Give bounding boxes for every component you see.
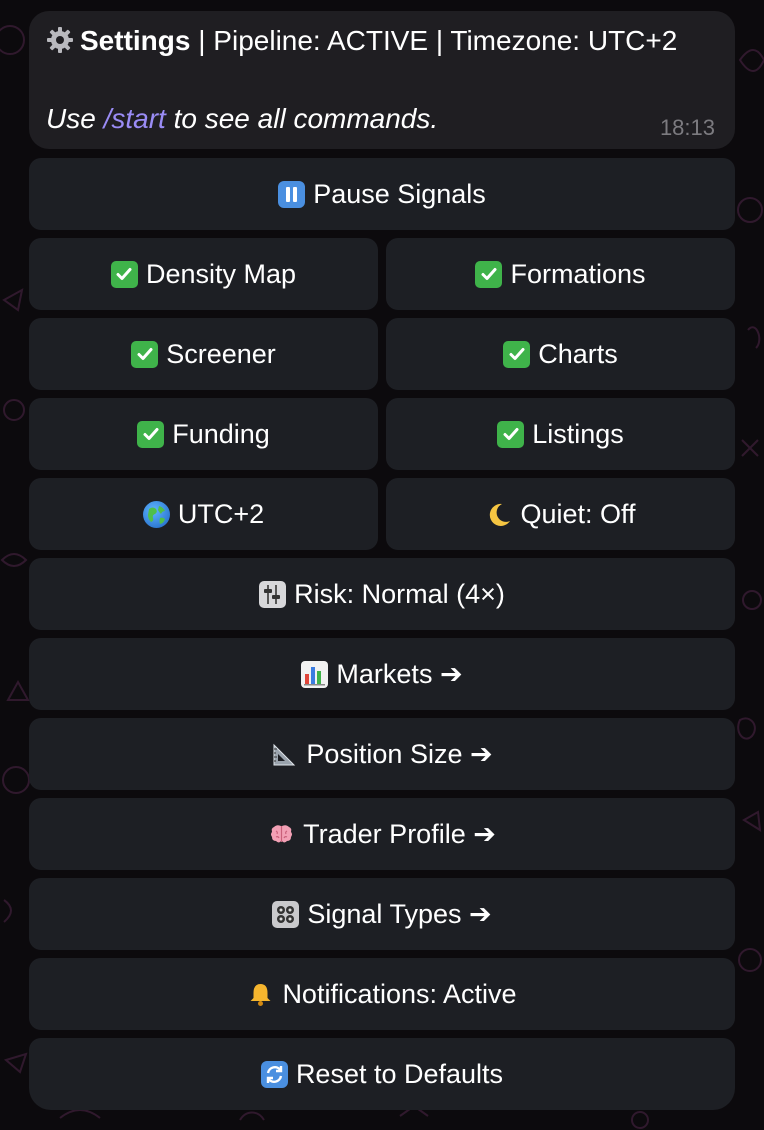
position-size-button[interactable]: Position Size ➔ (29, 718, 735, 790)
density-map-label: Density Map (145, 258, 297, 289)
title-status: | Pipeline: ACTIVE | Timezone: UTC+2 (190, 25, 678, 56)
inline-keyboard: Pause Signals Density Map Formations Scr… (29, 158, 735, 1118)
bell-icon (247, 981, 274, 1008)
message-timestamp: 18:13 (659, 115, 715, 140)
check-mark-icon (475, 260, 503, 288)
message-body: Use /start to see all commands. (46, 103, 438, 135)
risk-level-button[interactable]: Risk: Normal (4×) (29, 558, 735, 630)
formations-toggle-button[interactable]: Formations (386, 238, 735, 310)
formations-label: Formations (510, 258, 646, 289)
check-mark-icon (110, 260, 138, 288)
screener-label: Screener (166, 338, 276, 369)
control-panel-icon (272, 900, 300, 928)
markets-button[interactable]: Markets ➔ (29, 638, 735, 710)
message-title: Settings | Pipeline: ACTIVE | Timezone: … (46, 25, 677, 57)
title-settings: Settings (80, 25, 191, 56)
refresh-icon (260, 1060, 288, 1088)
control-knobs-icon (259, 580, 287, 608)
quiet-hours-label: Quiet: Off (520, 498, 636, 529)
screener-toggle-button[interactable]: Screener (29, 318, 378, 390)
markets-label: Markets ➔ (336, 658, 463, 689)
check-mark-icon (131, 340, 159, 368)
trader-profile-button[interactable]: Trader Profile ➔ (29, 798, 735, 870)
signal-types-label: Signal Types ➔ (307, 898, 492, 929)
pause-icon (278, 180, 306, 208)
timezone-button[interactable]: UTC+2 (29, 478, 378, 550)
quiet-hours-button[interactable]: Quiet: Off (386, 478, 735, 550)
notifications-label: Notifications: Active (282, 978, 517, 1009)
risk-level-label: Risk: Normal (4×) (294, 578, 505, 609)
position-size-label: Position Size ➔ (306, 738, 493, 769)
trader-profile-label: Trader Profile ➔ (303, 818, 496, 849)
triangular-ruler-icon (271, 741, 298, 768)
charts-toggle-button[interactable]: Charts (386, 318, 735, 390)
pause-signals-label: Pause Signals (313, 178, 486, 209)
gear-icon (46, 26, 74, 54)
charts-label: Charts (538, 338, 618, 369)
check-mark-icon (497, 420, 525, 448)
signal-types-button[interactable]: Signal Types ➔ (29, 878, 735, 950)
body-text-after: to see all commands. (165, 103, 439, 134)
listings-toggle-button[interactable]: Listings (386, 398, 735, 470)
brain-icon (268, 821, 295, 848)
bar-chart-icon (301, 660, 329, 688)
timezone-label: UTC+2 (177, 498, 265, 529)
pause-signals-button[interactable]: Pause Signals (29, 158, 735, 230)
check-mark-icon (503, 340, 531, 368)
notifications-button[interactable]: Notifications: Active (29, 958, 735, 1030)
body-text-before: Use (46, 103, 104, 134)
density-map-toggle-button[interactable]: Density Map (29, 238, 378, 310)
funding-label: Funding (172, 418, 270, 449)
listings-label: Listings (532, 418, 624, 449)
reset-defaults-label: Reset to Defaults (295, 1058, 504, 1089)
funding-toggle-button[interactable]: Funding (29, 398, 378, 470)
globe-icon (142, 500, 170, 528)
reset-defaults-button[interactable]: Reset to Defaults (29, 1038, 735, 1110)
settings-message-bubble: Settings | Pipeline: ACTIVE | Timezone: … (29, 11, 735, 149)
check-mark-icon (137, 420, 165, 448)
start-command-link[interactable]: /start (104, 103, 166, 134)
crescent-moon-icon (485, 501, 512, 528)
